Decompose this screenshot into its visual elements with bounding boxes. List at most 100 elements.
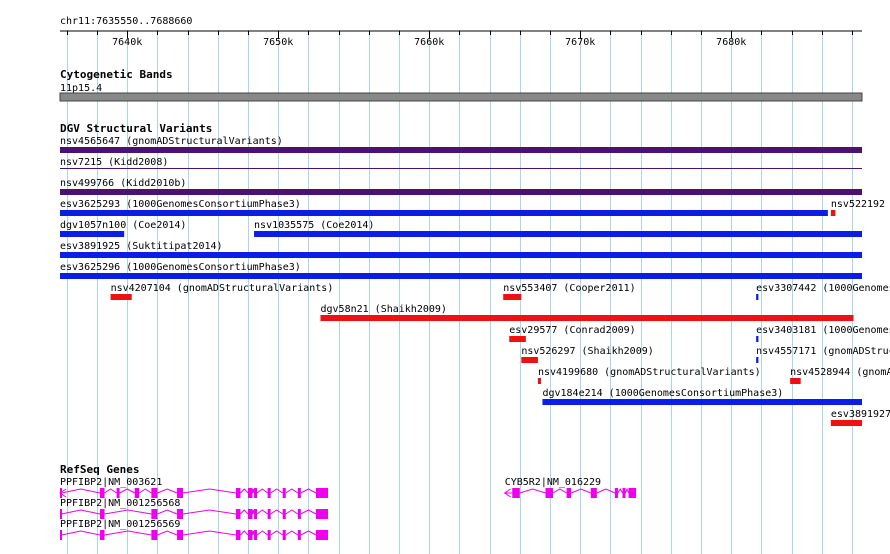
dgv-feature-label: nsv499766 (Kidd2010b) — [60, 178, 186, 189]
dgv-feature-bar[interactable] — [60, 168, 862, 169]
gene-exon[interactable] — [177, 488, 184, 498]
dgv-feature-bar[interactable] — [60, 273, 862, 279]
gene-exon[interactable] — [297, 509, 301, 519]
gene-exon[interactable] — [545, 488, 554, 498]
gene-exon[interactable] — [254, 530, 258, 540]
dgv-feature-nsv1035575[interactable]: nsv1035575 (Coe2014) — [254, 220, 862, 237]
gene-exon[interactable] — [614, 488, 618, 498]
ruler-tick-label: 7640k — [112, 37, 142, 48]
gene-exon[interactable] — [60, 509, 62, 519]
gene-exon[interactable] — [254, 509, 258, 519]
dgv-feature-nsv4528944[interactable]: nsv4528944 (gnomAD — [790, 367, 890, 384]
dgv-structural-variants-track[interactable]: DGV Structural Variants nsv4565647 (gnom… — [60, 122, 890, 426]
gene-exon[interactable] — [177, 530, 184, 540]
cytoband-track[interactable]: Cytogenetic Bands 11p15.4 — [59, 68, 863, 102]
gene-exon[interactable] — [282, 488, 286, 498]
cytoband-11p15-4[interactable] — [59, 92, 863, 102]
dgv-feature-bar[interactable] — [60, 231, 125, 237]
dgv-feature-bar[interactable] — [60, 252, 862, 258]
dgv-feature-bar[interactable] — [537, 378, 541, 384]
gene-exon[interactable] — [151, 530, 158, 540]
gene-exon[interactable] — [177, 509, 184, 519]
dgv-feature-bar[interactable] — [254, 231, 862, 237]
dgv-feature-esv3625293[interactable]: esv3625293 (1000GenomesConsortiumPhase3) — [60, 199, 828, 216]
dgv-feature-esv3891925[interactable]: esv3891925 (Suktitipat2014) — [60, 241, 862, 258]
gene-exon[interactable] — [248, 530, 253, 540]
dgv-feature-bar[interactable] — [509, 336, 526, 342]
dgv-feature-nsv522192[interactable]: nsv522192 ( — [830, 199, 890, 216]
gene-exon[interactable] — [282, 509, 286, 519]
dgv-feature-nsv7215[interactable]: nsv7215 (Kidd2008) — [60, 157, 862, 169]
gene-exon[interactable] — [235, 488, 241, 498]
gene-exon[interactable] — [60, 530, 62, 540]
gene-exon[interactable] — [248, 509, 253, 519]
gene-exon[interactable] — [100, 509, 105, 519]
gene-exon[interactable] — [297, 530, 301, 540]
gene-exon[interactable] — [297, 488, 301, 498]
gene-exon[interactable] — [134, 488, 140, 498]
gene-cyb5r2-nm-016229[interactable]: CYB5R2|NM_016229 — [503, 477, 637, 498]
gene-exon[interactable] — [100, 530, 105, 540]
gene-label: PPFIBP2|NM_001256569 — [60, 519, 180, 530]
gene-ppfibp2-nm-001256568[interactable]: PPFIBP2|NM_001256568 — [60, 498, 329, 519]
gene-exon[interactable] — [315, 509, 329, 519]
refseq-genes-track[interactable]: RefSeq Genes PPFIBP2|NM_003621 CYB5R2|NM_… — [59, 463, 637, 540]
coordinate-ruler[interactable]: chr11:7635550..7688660 7640k 7650k 7660k 76… — [60, 16, 862, 48]
gene-exon[interactable] — [590, 488, 597, 498]
dgv-feature-label: nsv4199680 (gnomADStructuralVariants) — [538, 367, 761, 378]
dgv-feature-bar[interactable] — [60, 189, 862, 195]
dgv-feature-bar[interactable] — [60, 147, 862, 153]
gene-exon[interactable] — [566, 488, 572, 498]
dgv-feature-bar[interactable] — [756, 294, 759, 300]
gene-exon[interactable] — [235, 530, 241, 540]
dgv-feature-dgv184e214[interactable]: dgv184e214 (1000GenomesConsortiumPhase3) — [542, 388, 862, 405]
dgv-feature-bar[interactable] — [320, 315, 854, 321]
dgv-feature-nsv526297[interactable]: nsv526297 (Shaikh2009) — [521, 346, 654, 363]
gene-exon[interactable] — [100, 488, 105, 498]
dgv-feature-bar[interactable] — [830, 210, 836, 216]
dgv-feature-nsv4565647[interactable]: nsv4565647 (gnomADStructuralVariants) — [60, 136, 862, 153]
gene-exon[interactable] — [254, 488, 258, 498]
gene-ppfibp2-nm-003621[interactable]: PPFIBP2|NM_003621 — [59, 477, 329, 498]
gene-exon[interactable] — [315, 530, 329, 540]
dgv-feature-bar[interactable] — [503, 294, 522, 300]
gene-exon[interactable] — [248, 488, 253, 498]
dgv-feature-bar[interactable] — [60, 210, 828, 216]
gene-exon[interactable] — [267, 530, 271, 540]
dgv-feature-bar[interactable] — [756, 336, 759, 342]
gene-exon[interactable] — [628, 488, 637, 498]
gene-ppfibp2-nm-001256569[interactable]: PPFIBP2|NM_001256569 — [60, 519, 329, 540]
dgv-feature-dgv1057n100[interactable]: dgv1057n100 (Coe2014) — [60, 220, 186, 237]
gene-exon[interactable] — [282, 530, 286, 540]
gene-exon[interactable] — [267, 488, 271, 498]
gene-exon[interactable] — [116, 488, 120, 498]
dgv-feature-nsv553407[interactable]: nsv553407 (Cooper2011) — [503, 283, 636, 300]
dgv-feature-nsv4199680[interactable]: nsv4199680 (gnomADStructuralVariants) — [537, 367, 761, 384]
dgv-feature-esv29577[interactable]: esv29577 (Conrad2009) — [509, 325, 636, 342]
dgv-feature-bar[interactable] — [542, 399, 862, 405]
ruler-tick-label: 7680k — [716, 37, 746, 48]
dgv-feature-esv3891927[interactable]: esv3891927 — [830, 409, 890, 426]
gene-label: PPFIBP2|NM_001256568 — [60, 498, 180, 509]
genome-browser-view[interactable]: chr11:7635550..7688660 7640k 7650k 7660k 76… — [0, 0, 890, 554]
gene-exon[interactable] — [315, 488, 329, 498]
gene-exon[interactable] — [267, 509, 271, 519]
dgv-feature-nsv4557171[interactable]: nsv4557171 (gnomADStruc — [756, 346, 890, 363]
gene-exon[interactable] — [151, 488, 158, 498]
gene-exon[interactable] — [622, 488, 626, 498]
gene-exon[interactable] — [151, 509, 158, 519]
dgv-feature-bar[interactable] — [830, 420, 862, 426]
dgv-feature-bar[interactable] — [521, 357, 538, 363]
dgv-feature-nsv4207104[interactable]: nsv4207104 (gnomADStructuralVariants) — [110, 283, 334, 300]
gene-exon[interactable] — [512, 488, 520, 498]
dgv-feature-bar[interactable] — [790, 378, 801, 384]
dgv-feature-nsv499766[interactable]: nsv499766 (Kidd2010b) — [60, 178, 862, 195]
gene-exon[interactable] — [235, 509, 241, 519]
dgv-feature-bar[interactable] — [756, 357, 759, 363]
dgv-feature-esv3307442[interactable]: esv3307442 (1000Genomes — [756, 283, 890, 300]
dgv-feature-esv3403181[interactable]: esv3403181 (1000Genomes — [756, 325, 890, 342]
dgv-feature-bar[interactable] — [110, 294, 132, 300]
dgv-feature-esv3625296[interactable]: esv3625296 (1000GenomesConsortiumPhase3) — [60, 262, 862, 279]
dgv-feature-label: nsv553407 (Cooper2011) — [503, 283, 635, 294]
dgv-feature-dgv58n21[interactable]: dgv58n21 (Shaikh2009) — [320, 304, 854, 321]
